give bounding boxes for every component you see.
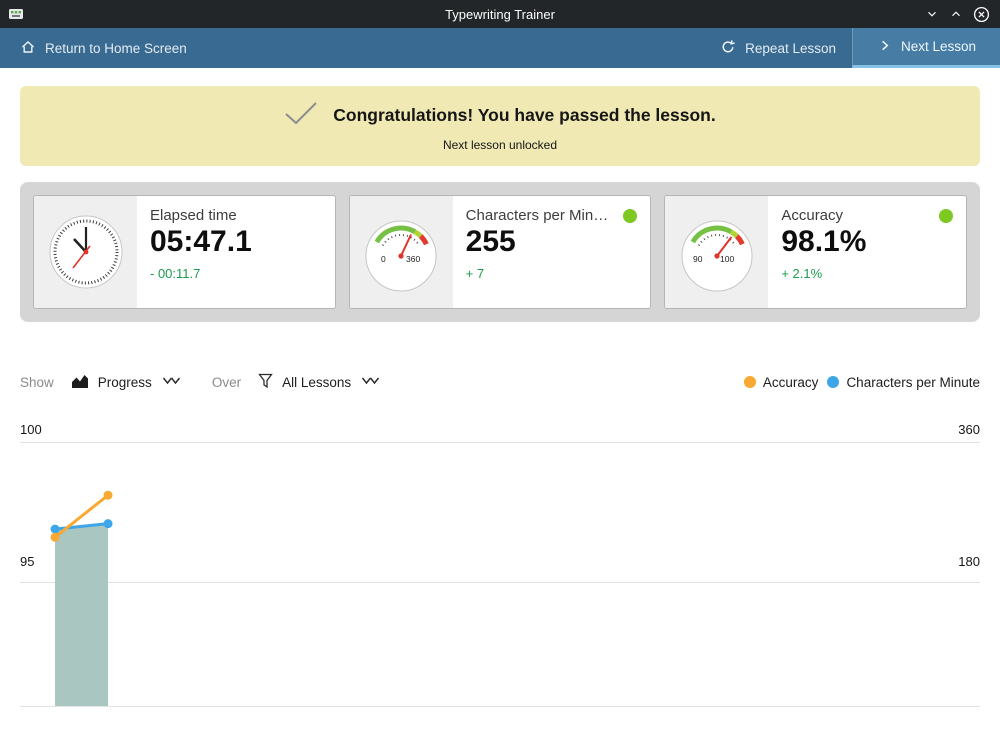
congratulations-banner: Congratulations! You have passed the les… (20, 86, 980, 166)
progress-chart: 100 360 95 180 (20, 422, 980, 722)
return-home-button[interactable]: Return to Home Screen (4, 28, 203, 68)
close-icon[interactable] (973, 6, 990, 23)
clock-icon (34, 196, 137, 308)
left-axis-tick: 95 (20, 554, 34, 569)
progress-selector[interactable]: Progress (71, 373, 182, 392)
titlebar: Typewriting Trainer (0, 0, 1000, 28)
accuracy-gauge-icon: 90 100 (665, 196, 768, 308)
stat-delta: + 2.1% (781, 266, 953, 281)
elapsed-time-card: Elapsed time 05:47.1 - 00:11.7 (33, 195, 336, 309)
window-title: Typewriting Trainer (0, 7, 1000, 22)
double-chevron-down-icon (360, 375, 381, 390)
toolbar-spacer (203, 28, 704, 68)
speed-gauge-icon: 0 360 (350, 196, 453, 308)
gauge-min-label: 0 (381, 254, 386, 264)
stat-label: Accuracy (781, 207, 933, 224)
accuracy-card: 90 100 Accuracy 98.1% + 2.1% (664, 195, 967, 309)
legend-cpm-dot (827, 376, 839, 388)
chart-canvas (20, 422, 980, 722)
gridline (20, 442, 980, 443)
legend-accuracy: Accuracy (744, 375, 819, 390)
stat-value: 05:47.1 (150, 225, 322, 259)
improvement-dot (939, 209, 953, 223)
gauge-max-label: 360 (406, 254, 420, 264)
next-lesson-label: Next Lesson (901, 39, 976, 54)
over-label: Over (212, 375, 241, 390)
funnel-icon (258, 373, 273, 392)
return-home-label: Return to Home Screen (45, 41, 187, 56)
legend-cpm: Characters per Minute (827, 375, 980, 390)
progress-chart-icon (71, 373, 89, 392)
gridline (20, 582, 980, 583)
lessons-filter-label: All Lessons (282, 375, 351, 390)
stat-label: Elapsed time (150, 207, 322, 224)
improvement-dot (623, 209, 637, 223)
stat-value: 255 (466, 225, 638, 259)
chart-filter-row: Show Progress Over All Lessons Accu (20, 368, 980, 396)
chevron-right-icon (877, 38, 892, 56)
legend-cpm-label: Characters per Minute (846, 375, 980, 390)
app-icon (8, 6, 24, 22)
double-chevron-down-icon (161, 375, 182, 390)
stat-value: 98.1% (781, 225, 953, 259)
banner-title: Congratulations! You have passed the les… (333, 105, 716, 126)
legend-accuracy-label: Accuracy (763, 375, 819, 390)
next-lesson-button[interactable]: Next Lesson (852, 28, 1000, 68)
chart-legend: Accuracy Characters per Minute (744, 375, 980, 390)
repeat-lesson-label: Repeat Lesson (745, 41, 836, 56)
gauge-max-label: 100 (720, 254, 734, 264)
stat-delta: - 00:11.7 (150, 266, 322, 281)
stat-label: Characters per Min… (466, 207, 618, 224)
stats-panel: Elapsed time 05:47.1 - 00:11.7 0 360 Cha… (20, 182, 980, 322)
home-icon (20, 39, 36, 58)
progress-selector-label: Progress (98, 375, 152, 390)
toolbar: Return to Home Screen Repeat Lesson Next… (0, 28, 1000, 68)
right-axis-tick: 360 (958, 422, 980, 437)
left-axis-tick: 100 (20, 422, 42, 437)
checkmark-icon (284, 101, 318, 131)
banner-subtitle: Next lesson unlocked (443, 138, 557, 152)
legend-accuracy-dot (744, 376, 756, 388)
maximize-icon[interactable] (949, 7, 963, 21)
lessons-filter-selector[interactable]: All Lessons (258, 373, 381, 392)
window-controls (925, 6, 990, 23)
show-label: Show (20, 375, 54, 390)
minimize-icon[interactable] (925, 7, 939, 21)
repeat-lesson-button[interactable]: Repeat Lesson (704, 28, 852, 68)
gauge-min-label: 90 (693, 254, 703, 264)
gridline (20, 706, 980, 707)
right-axis-tick: 180 (958, 554, 980, 569)
stat-delta: + 7 (466, 266, 638, 281)
typewriting-trainer-window: { "titlebar": { "title": "Typewriting Tr… (0, 0, 1000, 729)
refresh-icon (720, 39, 736, 58)
cpm-card: 0 360 Characters per Min… 255 + 7 (349, 195, 652, 309)
